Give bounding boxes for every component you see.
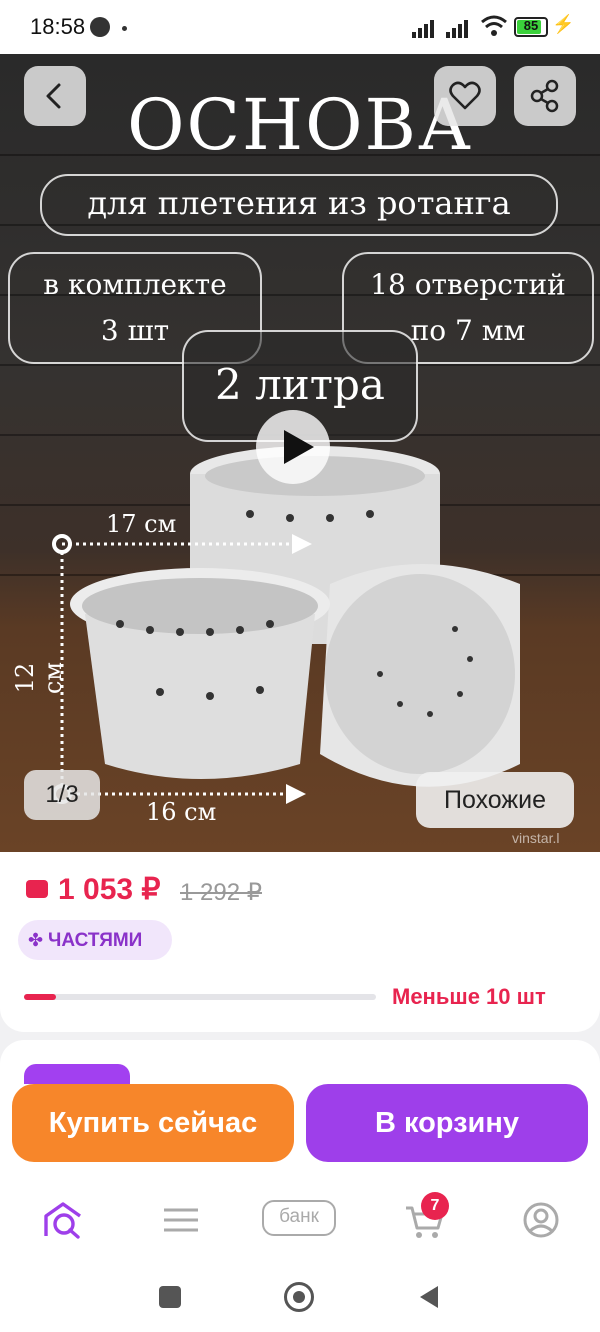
notification-dot-icon xyxy=(122,26,127,31)
status-bar: 18:58 85 ⚡ xyxy=(0,0,600,54)
stock-progress-bar xyxy=(24,994,376,1000)
badge-holes-line1: 18 отверстий xyxy=(370,268,566,301)
bank-label: банк xyxy=(279,1206,319,1227)
recent-apps-button[interactable] xyxy=(159,1286,181,1308)
play-video-button[interactable] xyxy=(256,410,330,484)
hero-title: ОСНОВА xyxy=(127,84,473,166)
chevron-left-icon xyxy=(46,83,61,109)
charging-icon: ⚡ xyxy=(552,14,575,34)
stock-text: Меньше 10 шт xyxy=(392,984,546,1009)
battery-icon: 85 xyxy=(514,17,548,37)
dimension-side-label: 12 см xyxy=(11,661,67,695)
stock-progress-fill xyxy=(24,994,56,1000)
bank-tab[interactable]: банк xyxy=(262,1200,336,1236)
system-navigation-bar xyxy=(0,1266,600,1332)
add-to-cart-button[interactable]: В корзину xyxy=(306,1084,588,1162)
similar-button[interactable]: Похожие xyxy=(416,772,574,828)
installment-label: ЧАСТЯМИ xyxy=(48,930,143,951)
back-button[interactable] xyxy=(24,66,86,126)
home-search-icon[interactable] xyxy=(38,1198,88,1242)
bottom-tab-bar: банк xyxy=(0,1176,600,1266)
status-time: 18:58 xyxy=(30,14,86,39)
installment-icon: ✤ xyxy=(28,930,44,950)
old-price: 1 292 ₽ xyxy=(180,879,262,906)
wallet-icon xyxy=(26,880,48,898)
product-image-gallery[interactable]: 17 см 12 см 16 см ОСНОВА для плетения из… xyxy=(0,54,600,852)
badge-volume-text: 2 литра xyxy=(215,360,385,409)
catalog-menu-icon[interactable] xyxy=(156,1198,206,1242)
subtitle-pill: для плетения из ротанга xyxy=(40,174,558,236)
heart-icon xyxy=(449,81,481,110)
image-counter: 1/3 xyxy=(24,770,100,820)
dnd-icon xyxy=(90,17,110,37)
share-icon xyxy=(530,79,559,113)
current-price: 1 053 ₽ xyxy=(58,873,161,906)
cart-count-badge: 7 xyxy=(421,1192,449,1220)
installment-badge[interactable]: ✤ ЧАСТЯМИ xyxy=(18,920,172,960)
favorite-button[interactable] xyxy=(434,66,496,126)
dimension-top-label: 17 см xyxy=(106,510,177,538)
dimension-bottom-label: 16 см xyxy=(146,798,217,826)
badge-kit-line1: в комплекте xyxy=(43,268,227,301)
promo-tag xyxy=(24,1064,130,1084)
hero-subtitle: для плетения из ротанга xyxy=(87,184,511,222)
back-nav-button[interactable] xyxy=(416,1284,442,1310)
home-button[interactable] xyxy=(284,1282,314,1312)
battery-level: 85 xyxy=(523,18,539,33)
price-card: 1 053 ₽ 1 292 ₽ ✤ ЧАСТЯМИ Меньше 10 шт xyxy=(0,852,600,1032)
share-button[interactable] xyxy=(514,66,576,126)
profile-icon[interactable] xyxy=(516,1198,566,1242)
wifi-icon xyxy=(481,15,507,36)
image-watermark: vinstar.l xyxy=(512,830,560,846)
buy-now-button[interactable]: Купить сейчас xyxy=(12,1084,294,1162)
